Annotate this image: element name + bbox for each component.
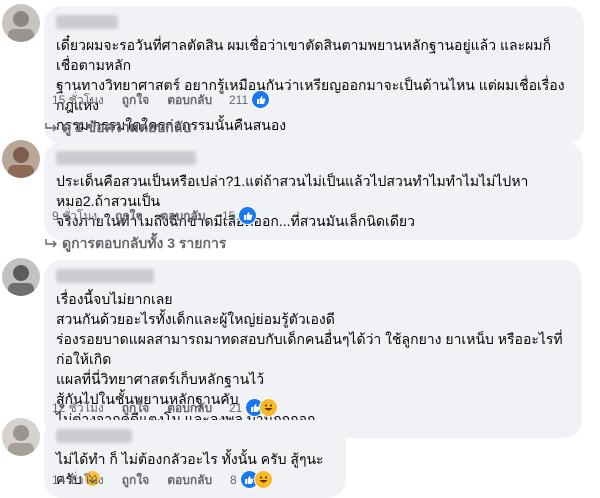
avatar[interactable] [2, 258, 40, 296]
author-name[interactable] [56, 151, 196, 165]
view-replies-label: ดูการตอบกลับทั้ง 3 รายการ [62, 235, 227, 251]
timestamp[interactable]: 15 ชั่วโมง [52, 91, 104, 110]
reply-button[interactable]: ตอบกลับ [167, 399, 212, 418]
timestamp[interactable]: 9 ชั่วโมง [52, 207, 97, 226]
like-button[interactable]: ถูกใจ [115, 207, 142, 226]
reaction-count: 21 [229, 400, 243, 415]
reaction-count: 8 [230, 472, 237, 487]
reply-arrow-icon [45, 123, 57, 132]
like-button[interactable]: ถูกใจ [122, 91, 149, 110]
reply-button[interactable]: ตอบกลับ [167, 91, 212, 110]
haha-reaction-icon [253, 470, 273, 489]
author-name[interactable] [56, 15, 118, 29]
like-reaction-icon [238, 206, 258, 225]
avatar[interactable] [2, 140, 40, 178]
author-name[interactable] [56, 269, 154, 283]
comment-actions: 12 ชั่วโมง ถูกใจ ตอบกลับ [52, 398, 230, 418]
view-replies-label: ดู 1 ข้อความตอบกลับ [62, 119, 192, 135]
timestamp[interactable]: 14 ชั่วโมง [52, 471, 104, 490]
reaction-summary[interactable]: 8 [230, 470, 273, 489]
author-name[interactable] [56, 429, 132, 443]
like-button[interactable]: ถูกใจ [122, 399, 149, 418]
reaction-count: 211 [229, 92, 249, 107]
comment-actions: 15 ชั่วโมง ถูกใจ ตอบกลับ [52, 90, 230, 110]
like-reaction-icon [251, 90, 271, 109]
haha-reaction-icon [259, 398, 279, 417]
reply-button[interactable]: ตอบกลับ [167, 471, 212, 490]
comment-actions: 14 ชั่วโมง ถูกใจ ตอบกลับ [52, 470, 230, 490]
view-replies-link[interactable]: ดู 1 ข้อความตอบกลับ [44, 117, 191, 139]
avatar[interactable] [2, 4, 40, 42]
avatar[interactable] [2, 418, 40, 456]
reaction-summary[interactable]: 211 [229, 90, 271, 109]
timestamp[interactable]: 12 ชั่วโมง [52, 399, 104, 418]
reply-arrow-icon [45, 239, 57, 248]
reaction-count: 15 [222, 208, 236, 223]
reaction-summary[interactable]: 15 [222, 206, 258, 225]
reply-button[interactable]: ตอบกลับ [161, 207, 206, 226]
like-button[interactable]: ถูกใจ [122, 471, 149, 490]
reaction-summary[interactable]: 21 [229, 398, 279, 417]
view-replies-link[interactable]: ดูการตอบกลับทั้ง 3 รายการ [44, 233, 226, 255]
comment-actions: 9 ชั่วโมง ถูกใจ ตอบกลับ [52, 206, 223, 226]
